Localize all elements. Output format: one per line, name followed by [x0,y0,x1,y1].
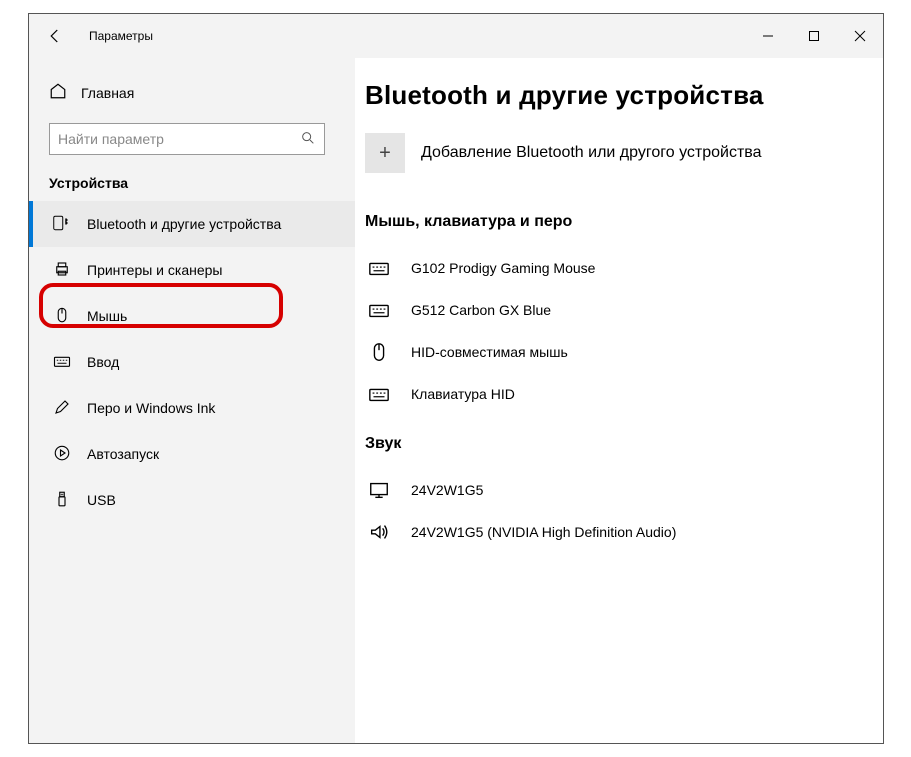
device-row[interactable]: G102 Prodigy Gaming Mouse [365,247,883,289]
home-link[interactable]: Главная [29,76,355,109]
close-button[interactable] [837,20,883,52]
home-label: Главная [81,85,134,101]
device-row[interactable]: 24V2W1G5 [365,469,883,511]
mouse-icon [53,306,71,327]
keyboard-icon [53,352,71,373]
bluetooth-icon [53,214,71,235]
plus-icon: + [365,133,405,173]
section-heading: Звук [365,435,883,453]
sidebar-item-label: Мышь [87,308,127,324]
device-row[interactable]: HID-совместимая мышь [365,331,883,373]
device-label: HID-совместимая мышь [411,344,568,360]
keyboard-icon [365,299,393,321]
sidebar-nav: Bluetooth и другие устройства Принтеры и … [29,201,355,523]
add-device-row[interactable]: + Добавление Bluetooth или другого устро… [365,133,883,173]
sidebar-item-label: Перо и Windows Ink [87,400,215,416]
sidebar-item-label: Ввод [87,354,119,370]
device-label: 24V2W1G5 (NVIDIA High Definition Audio) [411,524,676,540]
sidebar-section-label: Устройства [29,167,355,201]
printer-icon [53,260,71,281]
window-title: Параметры [89,29,153,43]
titlebar: Параметры [29,14,883,58]
search-icon [300,130,316,149]
device-label: 24V2W1G5 [411,482,483,498]
monitor-icon [365,479,393,501]
sidebar-item-label: Bluetooth и другие устройства [87,216,281,232]
sidebar-item-autoplay[interactable]: Автозапуск [29,431,355,477]
add-device-label: Добавление Bluetooth или другого устройс… [421,144,762,162]
section-heading: Мышь, клавиатура и перо [365,213,883,231]
speaker-icon [365,521,393,543]
device-row[interactable]: Клавиатура HID [365,373,883,415]
device-row[interactable]: 24V2W1G5 (NVIDIA High Definition Audio) [365,511,883,553]
pen-icon [53,398,71,419]
device-label: Клавиатура HID [411,386,515,402]
device-label: G102 Prodigy Gaming Mouse [411,260,595,276]
mouse-icon [365,341,393,363]
keyboard-icon [365,257,393,279]
minimize-button[interactable] [745,20,791,52]
device-label: G512 Carbon GX Blue [411,302,551,318]
search-input-wrap[interactable] [49,123,325,155]
sidebar-item-label: USB [87,492,116,508]
page-title: Bluetooth и другие устройства [365,80,883,111]
sidebar-item-printer[interactable]: Принтеры и сканеры [29,247,355,293]
sidebar-item-usb[interactable]: USB [29,477,355,523]
usb-icon [53,490,71,511]
sidebar-item-label: Принтеры и сканеры [87,262,222,278]
sidebar-item-bluetooth[interactable]: Bluetooth и другие устройства [29,201,355,247]
maximize-button[interactable] [791,20,837,52]
sidebar-item-mouse[interactable]: Мышь [29,293,355,339]
home-icon [49,82,67,103]
device-row[interactable]: G512 Carbon GX Blue [365,289,883,331]
autoplay-icon [53,444,71,465]
keyboard-icon [365,383,393,405]
sidebar: Главная Устройства Bluetooth и другие ус… [29,58,355,743]
sidebar-item-pen[interactable]: Перо и Windows Ink [29,385,355,431]
search-input[interactable] [58,131,300,147]
content-pane: Bluetooth и другие устройства + Добавлен… [355,58,883,743]
sidebar-item-keyboard[interactable]: Ввод [29,339,355,385]
sidebar-item-label: Автозапуск [87,446,159,462]
settings-window: Параметры Главная Устройства Bl [28,13,884,744]
back-button[interactable] [35,16,75,56]
